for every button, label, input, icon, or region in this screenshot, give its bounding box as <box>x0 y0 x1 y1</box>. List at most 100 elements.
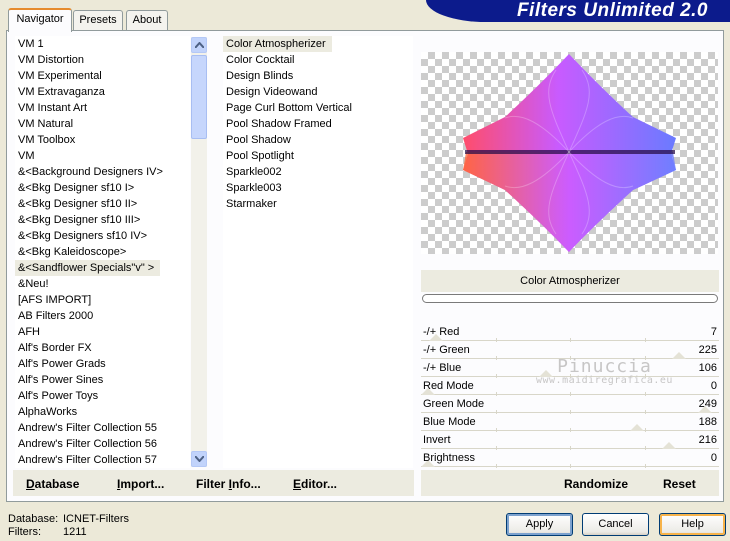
chevron-up-icon <box>195 42 204 48</box>
scroll-down-button[interactable] <box>191 451 207 467</box>
param-label: -/+ Green <box>423 344 470 356</box>
filter-item[interactable]: Color Atmospherizer <box>223 36 413 52</box>
category-item[interactable]: &<Bkg Designers sf10 IV> <box>15 228 190 244</box>
category-item[interactable]: Alf's Power Sines <box>15 372 190 388</box>
category-item[interactable]: VM <box>15 148 190 164</box>
help-button[interactable]: Help <box>659 513 726 536</box>
filter-info-button[interactable]: Filter Info... <box>196 477 261 491</box>
param-value: 7 <box>710 326 717 338</box>
category-item-label: &<Bkg Designer sf10 II> <box>18 198 138 210</box>
param-label: Blue Mode <box>423 416 476 428</box>
category-item-label: &Neu! <box>18 278 49 290</box>
editor-button[interactable]: Editor... <box>293 477 337 491</box>
category-item[interactable]: AFH <box>15 324 190 340</box>
filter-item[interactable]: Design Videowand <box>223 84 413 100</box>
category-item[interactable]: Alf's Power Grads <box>15 356 190 372</box>
filter-item[interactable]: Pool Spotlight <box>223 148 413 164</box>
category-item[interactable]: &<Bkg Designer sf10 II> <box>15 196 190 212</box>
category-item[interactable]: &<Sandflower Specials"v" > <box>15 260 190 276</box>
filter-preview <box>421 52 718 254</box>
slider-knob[interactable] <box>630 424 644 431</box>
category-item[interactable]: VM Extravaganza <box>15 84 190 100</box>
category-item[interactable]: [AFS IMPORT] <box>15 292 190 308</box>
filters-count-info: Filters: 1211 <box>8 526 87 538</box>
param-label: Invert <box>423 434 451 446</box>
category-item[interactable]: &Neu! <box>15 276 190 292</box>
category-item[interactable]: Andrew's Filter Collection 57 <box>15 452 190 468</box>
category-item-label: Alf's Power Sines <box>18 374 104 386</box>
database-button[interactable]: Database <box>26 477 79 491</box>
tab-presets[interactable]: Presets <box>73 10 123 30</box>
category-item-label: Alf's Power Toys <box>18 390 99 402</box>
category-item[interactable]: &<Bkg Designer sf10 III> <box>15 212 190 228</box>
watermark-line2: www.maidiregrafica.eu <box>536 375 673 386</box>
category-item-label: VM Natural <box>18 118 74 130</box>
slider-tick <box>645 464 646 468</box>
slider-tick <box>496 464 497 468</box>
param-slider[interactable]: Green Mode 249 <box>421 396 719 414</box>
category-item[interactable]: VM Experimental <box>15 68 190 84</box>
filter-item[interactable]: Pool Shadow <box>223 132 413 148</box>
category-item-label: VM <box>18 150 35 162</box>
param-value: 0 <box>710 452 717 464</box>
param-slider[interactable]: Brightness 0 <box>421 450 719 468</box>
category-item[interactable]: &<Background Designers IV> <box>15 164 190 180</box>
slider-knob[interactable] <box>662 442 676 449</box>
filter-item[interactable]: Design Blinds <box>223 68 413 84</box>
apply-button[interactable]: Apply <box>506 513 573 536</box>
tab-navigator[interactable]: Navigator <box>8 8 72 32</box>
param-value: 249 <box>698 398 717 410</box>
param-value: 188 <box>698 416 717 428</box>
filter-item-label: Color Atmospherizer <box>223 36 332 52</box>
tab-about[interactable]: About <box>126 10 168 30</box>
filter-item[interactable]: Sparkle003 <box>223 180 413 196</box>
filter-item[interactable]: Color Cocktail <box>223 52 413 68</box>
category-item-label: VM Distortion <box>18 54 85 66</box>
category-item[interactable]: Andrew's Filter Collection 55 <box>15 420 190 436</box>
randomize-button[interactable]: Randomize <box>564 477 628 491</box>
category-item[interactable]: VM 1 <box>15 36 190 52</box>
filter-item-label: Pool Shadow Framed <box>226 118 332 130</box>
category-item-label: VM Experimental <box>18 70 102 82</box>
category-item[interactable]: VM Distortion <box>15 52 190 68</box>
category-scrollbar[interactable] <box>191 37 207 467</box>
category-item[interactable]: VM Toolbox <box>15 132 190 148</box>
filter-item-label: Design Blinds <box>226 70 294 82</box>
param-slider[interactable]: Invert 216 <box>421 432 719 450</box>
category-item-label: VM Extravaganza <box>18 86 105 98</box>
param-slider[interactable]: Blue Mode 188 <box>421 414 719 432</box>
import-button[interactable]: Import... <box>117 477 164 491</box>
param-value: 0 <box>710 380 717 392</box>
filter-item[interactable]: Pool Shadow Framed <box>223 116 413 132</box>
app-title: Filters Unlimited 2.0 <box>516 0 708 21</box>
filter-item[interactable]: Starmaker <box>223 196 413 212</box>
category-item[interactable]: VM Instant Art <box>15 100 190 116</box>
scroll-thumb[interactable] <box>191 55 207 139</box>
category-item[interactable]: &<Bkg Kaleidoscope> <box>15 244 190 260</box>
category-item[interactable]: &<Bkg Designer sf10 I> <box>15 180 190 196</box>
category-item-label: &<Sandflower Specials"v" > <box>15 260 161 276</box>
filter-item[interactable]: Sparkle002 <box>223 164 413 180</box>
category-item-label: &<Bkg Designer sf10 I> <box>18 182 135 194</box>
category-item-label: Andrew's Filter Collection 57 <box>18 454 158 466</box>
category-list[interactable]: VM 1 VM Distortion VM Experimental VM Extra… <box>15 36 190 468</box>
filter-item[interactable]: Page Curl Bottom Vertical <box>223 100 413 116</box>
chevron-down-icon <box>195 456 204 462</box>
category-item[interactable]: AlphaWorks <box>15 404 190 420</box>
slider-tick <box>570 464 571 468</box>
filters-unlimited-window: { "app": { "title": "Filters Unlimited 2… <box>0 0 730 541</box>
category-item[interactable]: Andrew's Filter Collection 56 <box>15 436 190 452</box>
category-item[interactable]: Alf's Power Toys <box>15 388 190 404</box>
slider-knob[interactable] <box>672 352 686 359</box>
scroll-up-button[interactable] <box>191 37 207 53</box>
reset-button[interactable]: Reset <box>663 477 696 491</box>
category-item-label: AFH <box>18 326 40 338</box>
cancel-button[interactable]: Cancel <box>582 513 649 536</box>
param-slider[interactable]: -/+ Red 7 <box>421 324 719 342</box>
category-item-label: &<Bkg Designers sf10 IV> <box>18 230 148 242</box>
param-label: -/+ Blue <box>423 362 462 374</box>
category-item[interactable]: Alf's Border FX <box>15 340 190 356</box>
category-item[interactable]: VM Natural <box>15 116 190 132</box>
category-item[interactable]: AB Filters 2000 <box>15 308 190 324</box>
filter-list[interactable]: Color Atmospherizer Color Cocktail Design … <box>223 36 413 468</box>
